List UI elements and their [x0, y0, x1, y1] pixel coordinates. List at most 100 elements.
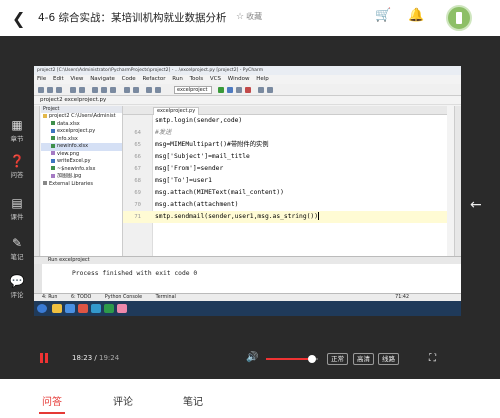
folder-icon: [43, 113, 47, 118]
windows-taskbar: [34, 301, 461, 316]
tool-tab-todo: 6: TODO: [70, 295, 92, 300]
tree-item: view.png: [41, 151, 122, 159]
code-line-current: 71 smtp.sendmail(sender,user1,msg.as_stri…: [123, 211, 447, 223]
app-icon: [91, 304, 101, 313]
run-panel-toolbar: [34, 264, 42, 294]
fullscreen-icon[interactable]: ⛶: [429, 353, 436, 364]
tree-item: excelproject.py: [41, 128, 122, 136]
app-icon: [117, 304, 127, 313]
browser-icon: [65, 304, 75, 313]
bottom-tabs: 问答 评论 笔记: [0, 379, 500, 418]
pycharm-icon: [104, 304, 114, 313]
project-panel-header: Project: [41, 106, 122, 113]
sync-icon: [56, 87, 62, 93]
tool-tab-python-console: Python Console: [104, 295, 143, 300]
page-title: 4-6 综合实战：某培训机构就业数据分析: [38, 12, 227, 24]
folder-icon: [38, 87, 44, 93]
find-icon: [124, 87, 130, 93]
menu-run: Run: [172, 76, 183, 82]
cart-icon[interactable]: 🛒: [375, 8, 391, 23]
menu-navigate: Navigate: [90, 76, 115, 82]
run-icon: [218, 87, 224, 93]
save-icon: [47, 87, 53, 93]
ide-right-tool-strip: [454, 106, 461, 256]
excel-file-icon: [51, 121, 55, 125]
current-time: 18:23: [72, 354, 93, 362]
tree-item: data.xlsx: [41, 121, 122, 129]
project-panel: Project project2 C:\Users\Administ data.…: [41, 106, 123, 256]
editor-tab: excelproject.py: [153, 107, 200, 115]
back-icon: [146, 87, 152, 93]
menu-code: Code: [121, 76, 136, 82]
help-icon: [267, 87, 273, 93]
ide-toolbar: excelproject: [34, 84, 461, 96]
volume-slider[interactable]: [266, 355, 318, 363]
sidenav-item-chapters[interactable]: ▦ 章节: [0, 118, 34, 143]
bell-icon[interactable]: 🔔: [408, 8, 424, 23]
tree-item: project2 C:\Users\Administ: [41, 113, 122, 121]
tab-notes[interactable]: 笔记: [183, 393, 203, 408]
menu-refactor: Refactor: [142, 76, 166, 82]
coverage-icon: [236, 87, 242, 93]
editor-tab-bar: excelproject.py: [123, 106, 447, 115]
cut-icon: [92, 87, 98, 93]
code-line: 66 msg['Subject']=mail_title: [134, 153, 250, 160]
top-bar: ❮ 4-6 综合实战：某培训机构就业数据分析 ☆ 收藏 🛒 🔔: [0, 0, 500, 36]
active-tab-underline: [39, 412, 65, 414]
line-select-button[interactable]: 线路: [378, 353, 399, 365]
quality-hd-button[interactable]: 高清: [353, 353, 374, 365]
ide-window-title: project2 [C:\Users\Administrator\Pycharm…: [34, 66, 461, 75]
tab-qa[interactable]: 问答: [42, 393, 62, 408]
sidenav-item-qa[interactable]: ❓ 问答: [0, 154, 34, 179]
menu-view: View: [70, 76, 84, 82]
start-icon: [37, 304, 47, 313]
menu-window: Window: [227, 76, 250, 82]
volume-icon[interactable]: 🔊: [246, 352, 258, 363]
python-file-icon: [51, 158, 55, 163]
star-icon: ☆: [236, 12, 245, 22]
favorite-label: 收藏: [246, 12, 263, 21]
back-arrow-icon[interactable]: ❮: [12, 9, 25, 28]
sidenav-item-notes[interactable]: ✎ 笔记: [0, 236, 34, 261]
courseware-icon: ▤: [11, 196, 23, 210]
python-file-icon: [51, 128, 55, 133]
tab-comments[interactable]: 评论: [113, 393, 133, 408]
run-panel: Run excelproject Process finished with e…: [34, 256, 461, 294]
app-icon: [78, 304, 88, 313]
pause-button[interactable]: [40, 353, 50, 363]
tool-window-bar: 4: Run 6: TODO Python Console Terminal 7…: [34, 293, 461, 301]
menu-tools: Tools: [189, 76, 204, 82]
volume-knob[interactable]: [307, 355, 316, 363]
book-icon: ▦: [11, 118, 23, 132]
text-caret: [318, 212, 320, 220]
redo-icon: [79, 87, 85, 93]
paste-icon: [110, 87, 116, 93]
question-icon: ❓: [9, 154, 25, 168]
ide-menu-bar: File Edit View Navigate Code Refactor Ru…: [34, 75, 461, 84]
library-icon: [43, 181, 47, 185]
debug-icon: [227, 87, 233, 93]
explorer-icon: [52, 304, 62, 313]
undo-icon: [70, 87, 76, 93]
sidenav-item-comments[interactable]: 💬 评论: [0, 274, 34, 299]
collapse-arrow-icon[interactable]: ←: [470, 197, 482, 213]
pause-icon-bar: [45, 353, 48, 363]
quality-normal-button[interactable]: 正常: [327, 353, 348, 365]
avatar[interactable]: [446, 5, 472, 31]
sidenav-item-courseware[interactable]: ▤ 课件: [0, 196, 34, 221]
time-display: 18:23 / 19:24: [72, 354, 120, 362]
menu-file: File: [37, 76, 47, 82]
code-line: 69 msg.attach(MIMEText(mail_content)): [134, 189, 284, 196]
menu-vcs: VCS: [209, 76, 221, 82]
ide-left-tool-strip: [34, 106, 40, 256]
image-file-icon: [51, 151, 55, 155]
code-line: 65 msg=MIMEMultipart()#带附件的实例: [134, 141, 269, 148]
tool-tab-run: 4: Run: [42, 295, 58, 300]
code-line: 70 msg.attach(attachment): [134, 201, 239, 208]
code-line: 67 msg['From']=sender: [134, 165, 224, 172]
run-panel-header: Run excelproject: [34, 257, 461, 264]
tree-item: External Libraries: [41, 181, 122, 189]
favorite-button[interactable]: ☆ 收藏: [236, 11, 262, 22]
run-config-select: excelproject: [174, 86, 212, 94]
tree-item: writeExcel.py: [41, 158, 122, 166]
